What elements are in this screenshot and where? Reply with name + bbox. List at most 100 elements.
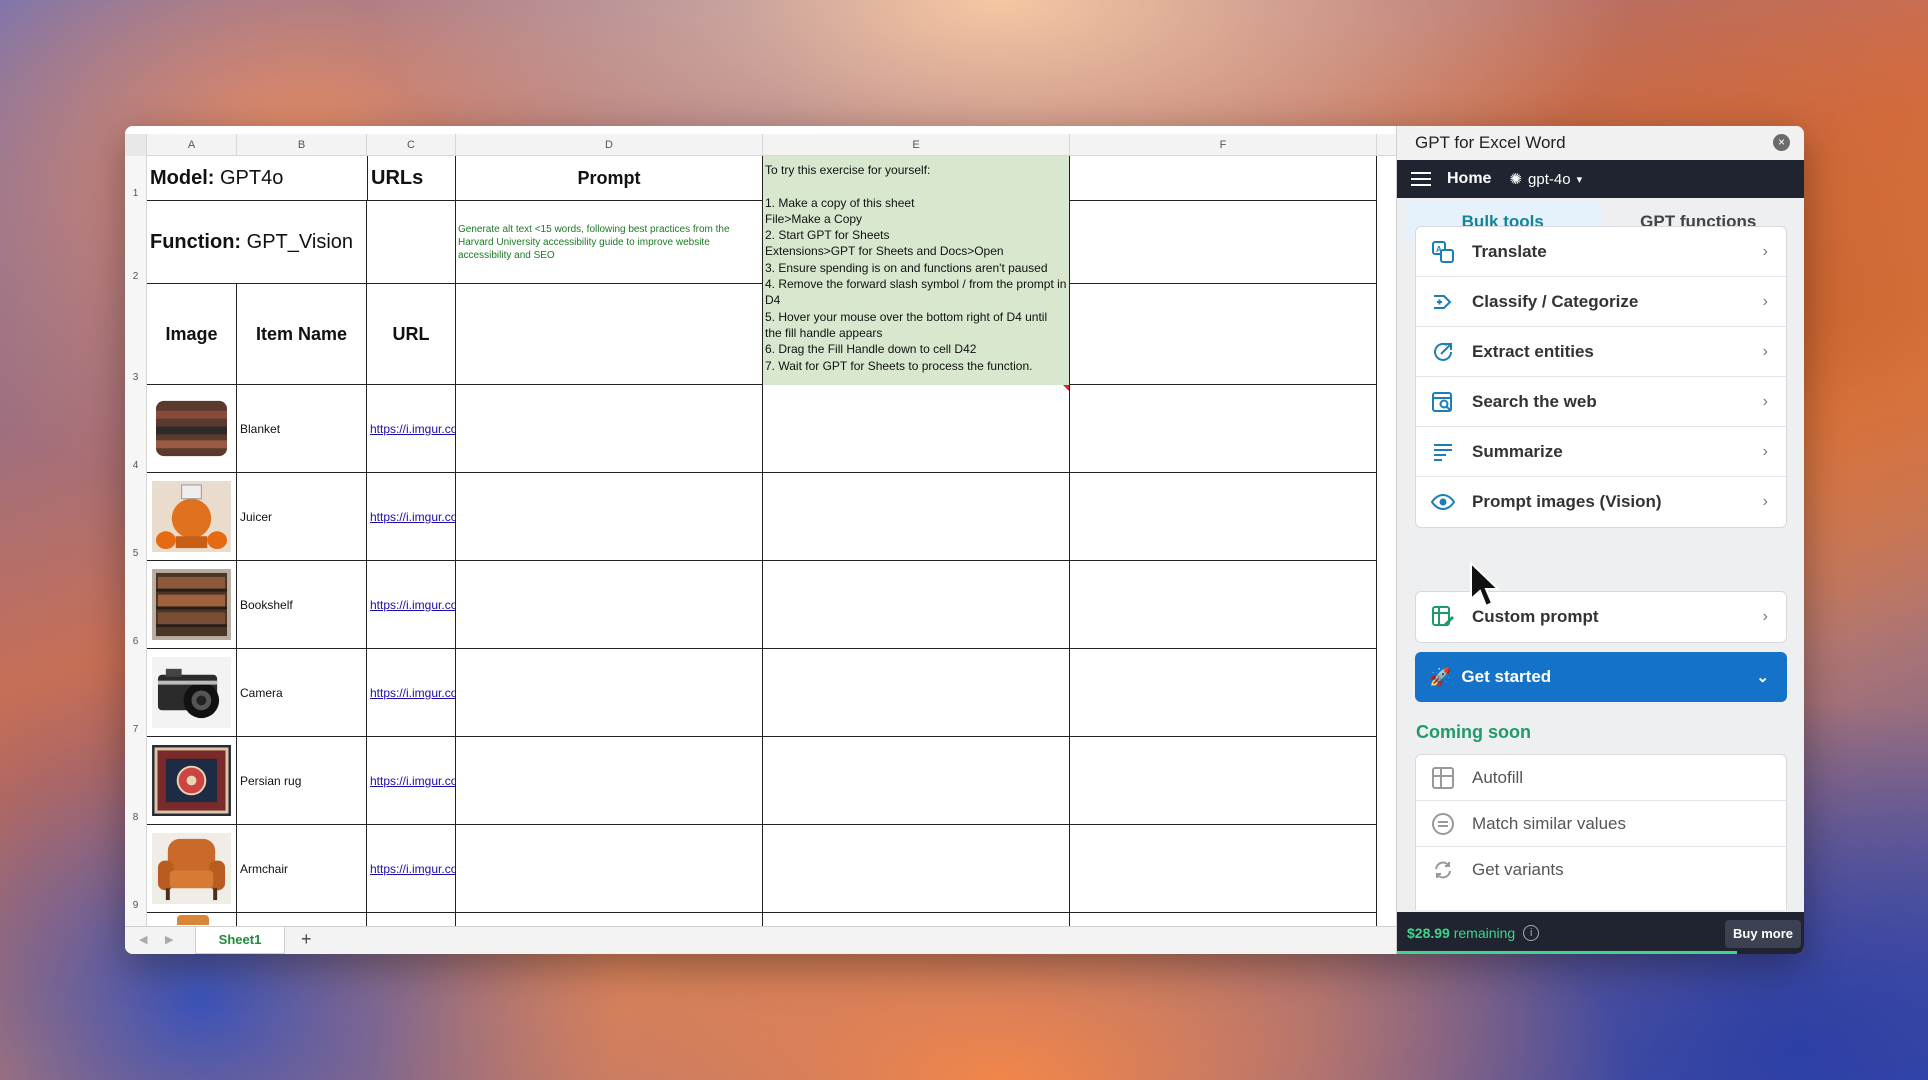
camera-image	[147, 649, 237, 737]
row-header-8[interactable]: 8	[125, 737, 147, 825]
cell-f9[interactable]	[1070, 825, 1377, 913]
cell-e8[interactable]	[763, 737, 1070, 825]
url-header-cell[interactable]: URL	[367, 284, 456, 385]
item-name-cell[interactable]: Persian rug	[237, 737, 367, 825]
tool-translate[interactable]: A Translate ›	[1416, 227, 1786, 277]
model-cell[interactable]: Model: GPT4o	[147, 156, 367, 201]
tool-classify[interactable]: Classify / Categorize ›	[1416, 277, 1786, 327]
info-icon[interactable]: i	[1523, 925, 1540, 941]
url-link[interactable]: https://i.imgur.com/xzNmkis.png	[367, 385, 456, 473]
url-link[interactable]: https://i.imgur.com/jFzAPdx.png	[367, 561, 456, 649]
item-name-cell[interactable]: Camera	[237, 649, 367, 737]
tool-prompt-images[interactable]: Prompt images (Vision) ›	[1416, 477, 1786, 527]
urls-header-cell[interactable]: URLs	[367, 156, 456, 201]
col-header-a[interactable]: A	[147, 134, 237, 156]
openai-icon: ✺	[1509, 171, 1523, 188]
buy-more-button[interactable]: Buy more	[1725, 920, 1801, 948]
row-header-6[interactable]: 6	[125, 561, 147, 649]
tool-summarize[interactable]: Summarize ›	[1416, 427, 1786, 477]
variants-icon	[1430, 857, 1456, 883]
soon-autofill[interactable]: Autofill	[1416, 755, 1786, 801]
summarize-icon	[1430, 439, 1456, 465]
image-header-cell[interactable]: Image	[147, 284, 237, 385]
cell-d5[interactable]	[456, 473, 763, 561]
row-header-7[interactable]: 7	[125, 649, 147, 737]
get-started-button[interactable]: 🚀 Get started ⌄	[1415, 652, 1787, 702]
cell-d3[interactable]	[456, 284, 763, 385]
col-header-e[interactable]: E	[763, 134, 1070, 156]
cell-e6[interactable]	[763, 561, 1070, 649]
tool-label: Autofill	[1472, 767, 1524, 787]
item-name-cell[interactable]: Bookshelf	[237, 561, 367, 649]
tool-search-web[interactable]: Search the web ›	[1416, 377, 1786, 427]
prompt-text-cell[interactable]: Generate alt text <15 words, following b…	[456, 201, 763, 284]
soon-match-similar[interactable]: Match similar values	[1416, 801, 1786, 847]
item-name-cell[interactable]: Juicer	[237, 473, 367, 561]
bookshelf-image	[147, 561, 237, 649]
extract-icon	[1430, 339, 1456, 365]
cell-f8[interactable]	[1070, 737, 1377, 825]
cell-e9[interactable]	[763, 825, 1070, 913]
model-label: Model:	[150, 166, 215, 189]
cell-e5[interactable]	[763, 473, 1070, 561]
armchair-image	[147, 825, 237, 913]
select-all-corner[interactable]	[125, 134, 147, 156]
cell-f6[interactable]	[1070, 561, 1377, 649]
next-sheet-arrow[interactable]: ▶	[165, 933, 173, 946]
col-header-d[interactable]: D	[456, 134, 763, 156]
url-link[interactable]: https://i.imgur.com/8sI7E1t.png	[367, 649, 456, 737]
sheet-tab[interactable]: Sheet1	[195, 927, 285, 954]
item-name-header-cell[interactable]: Item Name	[237, 284, 367, 385]
cell-f3[interactable]	[1070, 284, 1377, 385]
hamburger-menu-icon[interactable]	[1411, 168, 1431, 190]
tool-extract[interactable]: Extract entities ›	[1416, 327, 1786, 377]
soon-get-variants[interactable]: Get variants	[1416, 847, 1786, 893]
cell-d6[interactable]	[456, 561, 763, 649]
row-header-1[interactable]: 1	[125, 156, 147, 201]
item-name-cell[interactable]: Blanket	[237, 385, 367, 473]
chevron-down-icon: ⌄	[1756, 669, 1769, 686]
model-selector[interactable]: ✺ gpt-4o ▾	[1509, 170, 1582, 189]
cell-c2[interactable]	[367, 201, 456, 284]
cell-f2[interactable]	[1070, 201, 1377, 284]
classify-icon	[1430, 289, 1456, 315]
col-header-b[interactable]: B	[237, 134, 367, 156]
cell-f1[interactable]	[1070, 156, 1377, 201]
row-header-10	[125, 913, 147, 926]
remaining-balance: $28.99 remaining	[1407, 925, 1516, 941]
function-cell[interactable]: Function: GPT_Vision	[147, 201, 367, 284]
row-header-3[interactable]: 3	[125, 284, 147, 385]
col-header-f[interactable]: F	[1070, 134, 1377, 156]
url-link[interactable]: https://i.imgur.com/D1KlKuS.png	[367, 737, 456, 825]
chevron-right-icon: ›	[1762, 442, 1768, 460]
row-header-2[interactable]: 2	[125, 201, 147, 284]
url-link[interactable]: https://i.imgur.com/md3xHUc.png	[367, 473, 456, 561]
cell-d8[interactable]	[456, 737, 763, 825]
row-header-5[interactable]: 5	[125, 473, 147, 561]
add-sheet-button[interactable]: +	[301, 929, 312, 950]
url-link[interactable]: https://i.imgur.com/MbzlkRz.png	[367, 825, 456, 913]
gpt-side-panel: GPT for Excel Word × Home ✺ gpt-4o ▾ Bul…	[1396, 126, 1804, 954]
cell-d7[interactable]	[456, 649, 763, 737]
cell-f7[interactable]	[1070, 649, 1377, 737]
item-name-cell[interactable]: Armchair	[237, 825, 367, 913]
cell-d4[interactable]	[456, 385, 763, 473]
chevron-right-icon: ›	[1762, 292, 1768, 310]
row-header-9[interactable]: 9	[125, 825, 147, 913]
function-label: Function:	[150, 230, 242, 253]
close-icon[interactable]: ×	[1773, 134, 1790, 151]
tool-label: Classify / Categorize	[1472, 291, 1639, 311]
cell-e7[interactable]	[763, 649, 1070, 737]
cell-d9[interactable]	[456, 825, 763, 913]
cell-f4[interactable]	[1070, 385, 1377, 473]
cell-e4[interactable]	[763, 385, 1070, 473]
instructions-cell[interactable]: To try this exercise for yourself: 1. Ma…	[763, 156, 1070, 385]
model-name: gpt-4o	[1528, 170, 1571, 188]
col-header-c[interactable]: C	[367, 134, 456, 156]
home-link[interactable]: Home	[1447, 170, 1491, 188]
row-header-4[interactable]: 4	[125, 385, 147, 473]
panel-nav-bar: Home ✺ gpt-4o ▾	[1397, 160, 1804, 198]
prev-sheet-arrow[interactable]: ◀	[139, 933, 147, 946]
prompt-header-cell[interactable]: Prompt	[456, 156, 763, 201]
cell-f5[interactable]	[1070, 473, 1377, 561]
